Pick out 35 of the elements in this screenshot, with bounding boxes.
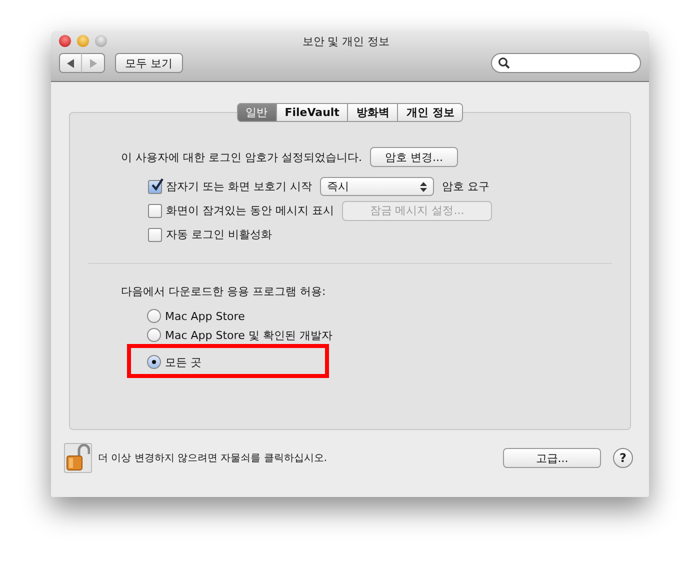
tab[interactable]: 방화벽	[348, 103, 398, 122]
checkbox[interactable]	[148, 228, 162, 242]
search-icon	[498, 57, 510, 69]
close-button[interactable]	[59, 35, 71, 47]
tab[interactable]: 일반	[236, 103, 277, 122]
radio-button[interactable]	[147, 355, 161, 369]
change-password-button[interactable]: 암호 변경...	[370, 147, 458, 167]
search-field[interactable]	[491, 53, 641, 73]
checkbox-label: 화면이 잠겨있는 동안 메시지 표시	[166, 203, 334, 218]
lock-hint-text: 더 이상 변경하지 않으려면 자물쇠를 클릭하십시오.	[98, 452, 328, 465]
back-button[interactable]	[59, 53, 82, 73]
right-arrow-icon	[89, 58, 97, 68]
stepper-icon	[420, 182, 427, 192]
left-arrow-icon	[66, 58, 74, 68]
password-status-text: 이 사용자에 대한 로그인 암호가 설정되었습니다.	[121, 150, 362, 164]
radio-label: Mac App Store 및 확인된 개발자	[165, 328, 332, 342]
downloads-heading: 다음에서 다운로드한 응용 프로그램 허용:	[121, 284, 327, 299]
tab[interactable]: 개인 정보	[398, 103, 464, 122]
lock-button[interactable]	[64, 443, 92, 473]
checkbox-label: 잠자기 또는 화면 보호기 시작	[166, 179, 312, 194]
radio-button[interactable]	[147, 328, 161, 342]
window-title: 보안 및 개인 정보	[301, 34, 391, 48]
forward-button[interactable]	[82, 53, 105, 73]
show-all-button[interactable]: 모두 보기	[115, 53, 182, 73]
delay-popup[interactable]: 즉시	[320, 177, 434, 196]
radio-label: 모든 곳	[165, 354, 202, 370]
advanced-button[interactable]: 고급...	[503, 448, 601, 468]
minimize-button[interactable]	[77, 35, 89, 47]
checkbox-label: 자동 로그인 비활성화	[166, 227, 272, 242]
require-password-label: 암호 요구	[442, 179, 490, 194]
help-button[interactable]: ?	[613, 448, 633, 468]
radio-button[interactable]	[147, 309, 161, 323]
radio-label: Mac App Store	[165, 310, 245, 322]
tab[interactable]: FileVault	[276, 103, 348, 122]
checkbox[interactable]	[148, 180, 162, 194]
